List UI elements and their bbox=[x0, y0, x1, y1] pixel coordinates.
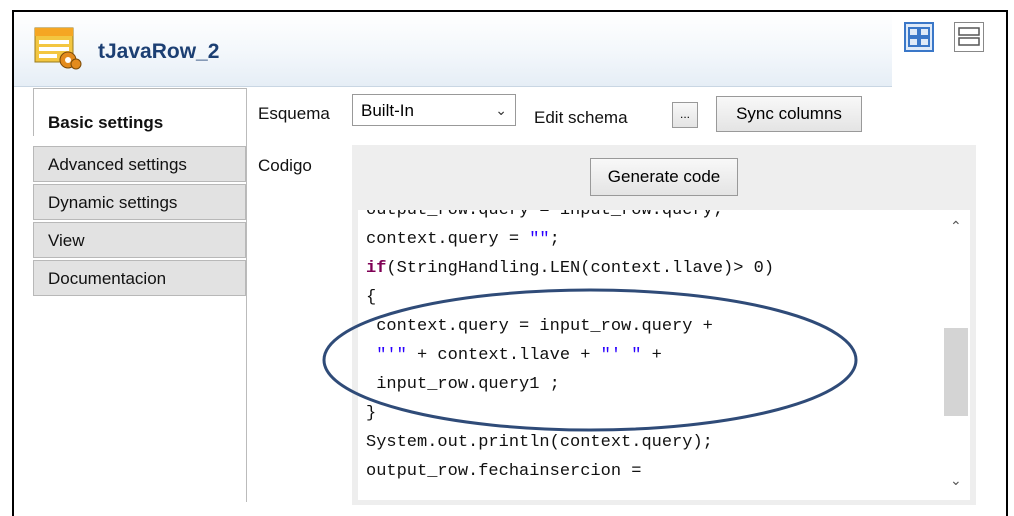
list-view-icon[interactable] bbox=[954, 22, 984, 52]
tab-advanced-settings[interactable]: Advanced settings bbox=[33, 146, 246, 182]
tab-basic-settings[interactable]: Basic settings bbox=[33, 88, 246, 136]
tab-view[interactable]: View bbox=[33, 222, 246, 258]
scroll-up-icon[interactable]: ⌃ bbox=[950, 218, 962, 235]
editor-scrollbar[interactable]: ⌃ ⌄ bbox=[942, 210, 970, 500]
tab-documentacion[interactable]: Documentacion bbox=[33, 260, 246, 296]
tab-dynamic-settings[interactable]: Dynamic settings bbox=[33, 184, 246, 220]
scrollbar-thumb[interactable] bbox=[944, 328, 968, 416]
schema-select[interactable]: Built-In ⌄ bbox=[352, 94, 516, 126]
sync-columns-button[interactable]: Sync columns bbox=[716, 96, 862, 132]
generate-code-button[interactable]: Generate code bbox=[590, 158, 738, 196]
settings-tab-list: Basic settings Advanced settings Dynamic… bbox=[33, 88, 247, 502]
code-label: Codigo bbox=[258, 156, 312, 175]
edit-schema-label: Edit schema bbox=[534, 108, 628, 127]
edit-schema-button[interactable]: ... bbox=[672, 102, 698, 128]
chevron-down-icon: ⌄ bbox=[495, 102, 507, 118]
code-text: output_row.query = input_row.query; cont… bbox=[366, 210, 775, 481]
scroll-down-icon[interactable]: ⌄ bbox=[950, 472, 962, 489]
tabular-view-icon[interactable] bbox=[904, 22, 934, 52]
code-editor[interactable]: output_row.query = input_row.query; cont… bbox=[358, 210, 970, 500]
component-title: tJavaRow_2 bbox=[98, 40, 220, 63]
schema-select-value: Built-In bbox=[361, 101, 414, 120]
java-row-component-icon bbox=[34, 27, 82, 70]
schema-label: Esquema bbox=[258, 104, 330, 123]
